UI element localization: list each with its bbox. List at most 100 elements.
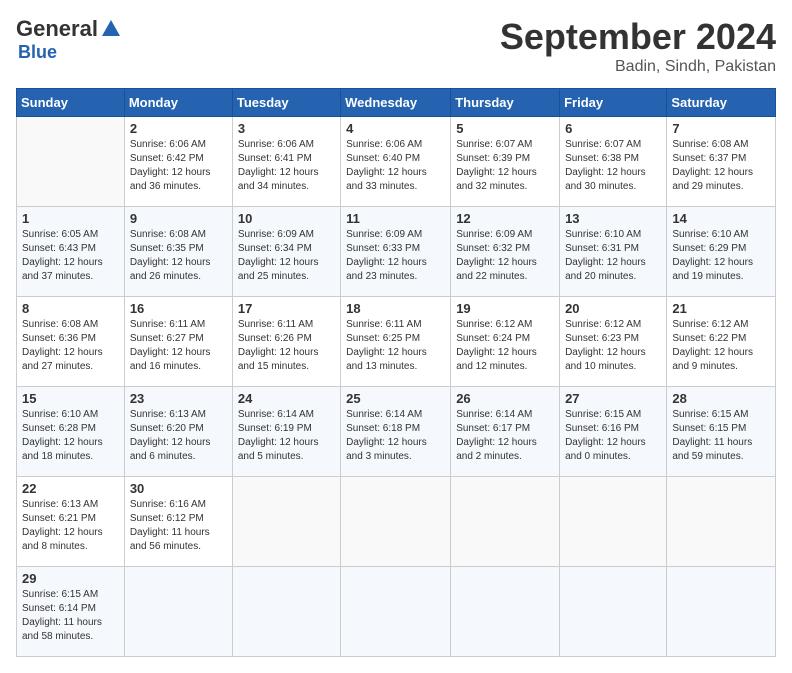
column-header-saturday: Saturday <box>667 89 776 117</box>
day-info: Sunrise: 6:07 AMSunset: 6:39 PMDaylight:… <box>456 138 554 194</box>
day-number: 28 <box>672 391 770 406</box>
day-info: Sunrise: 6:06 AMSunset: 6:42 PMDaylight:… <box>130 138 227 194</box>
calendar-cell <box>341 477 451 567</box>
calendar-cell: 23 Sunrise: 6:13 AMSunset: 6:20 PMDayligh… <box>124 387 232 477</box>
day-info: Sunrise: 6:14 AMSunset: 6:19 PMDaylight:… <box>238 408 335 464</box>
column-header-thursday: Thursday <box>451 89 560 117</box>
week-row-3: 8Sunrise: 6:08 AMSunset: 6:36 PMDaylight… <box>17 297 776 387</box>
day-info: Sunrise: 6:11 AMSunset: 6:27 PMDaylight:… <box>130 318 227 374</box>
day-number: 5 <box>456 121 554 136</box>
calendar-cell: 25 Sunrise: 6:14 AMSunset: 6:18 PMDayligh… <box>341 387 451 477</box>
calendar-cell <box>232 477 340 567</box>
day-number: 4 <box>346 121 445 136</box>
page-header: General Blue September 2024 Badin, Sindh… <box>16 16 776 76</box>
day-info: Sunrise: 6:05 AMSunset: 6:43 PMDaylight:… <box>22 228 119 284</box>
day-number: 20 <box>565 301 661 316</box>
day-info: Sunrise: 6:13 AMSunset: 6:20 PMDaylight:… <box>130 408 227 464</box>
calendar-cell: 16 Sunrise: 6:11 AMSunset: 6:27 PMDayligh… <box>124 297 232 387</box>
title-block: September 2024 Badin, Sindh, Pakistan <box>500 16 776 76</box>
column-header-monday: Monday <box>124 89 232 117</box>
day-info: Sunrise: 6:15 AMSunset: 6:16 PMDaylight:… <box>565 408 661 464</box>
day-info: Sunrise: 6:12 AMSunset: 6:24 PMDaylight:… <box>456 318 554 374</box>
calendar-cell: 3 Sunrise: 6:06 AMSunset: 6:41 PMDaylight… <box>232 117 340 207</box>
day-number: 12 <box>456 211 554 226</box>
day-info: Sunrise: 6:16 AMSunset: 6:12 PMDaylight:… <box>130 498 227 554</box>
logo-general-text: General <box>16 16 98 42</box>
week-row-1: 2Sunrise: 6:06 AMSunset: 6:42 PMDaylight… <box>17 117 776 207</box>
location-title: Badin, Sindh, Pakistan <box>500 58 776 76</box>
calendar-cell: 7 Sunrise: 6:08 AMSunset: 6:37 PMDaylight… <box>667 117 776 207</box>
week-row-5: 22 Sunrise: 6:13 AMSunset: 6:21 PMDayligh… <box>17 477 776 567</box>
day-number: 18 <box>346 301 445 316</box>
day-number: 27 <box>565 391 661 406</box>
day-number: 10 <box>238 211 335 226</box>
day-info: Sunrise: 6:10 AMSunset: 6:29 PMDaylight:… <box>672 228 770 284</box>
day-info: Sunrise: 6:06 AMSunset: 6:40 PMDaylight:… <box>346 138 445 194</box>
calendar-cell: 22 Sunrise: 6:13 AMSunset: 6:21 PMDayligh… <box>17 477 125 567</box>
day-info: Sunrise: 6:07 AMSunset: 6:38 PMDaylight:… <box>565 138 661 194</box>
day-info: Sunrise: 6:09 AMSunset: 6:33 PMDaylight:… <box>346 228 445 284</box>
day-number: 30 <box>130 481 227 496</box>
day-number: 19 <box>456 301 554 316</box>
calendar-cell: 2Sunrise: 6:06 AMSunset: 6:42 PMDaylight… <box>124 117 232 207</box>
day-info: Sunrise: 6:11 AMSunset: 6:25 PMDaylight:… <box>346 318 445 374</box>
day-info: Sunrise: 6:14 AMSunset: 6:18 PMDaylight:… <box>346 408 445 464</box>
day-number: 7 <box>672 121 770 136</box>
column-header-sunday: Sunday <box>17 89 125 117</box>
day-info: Sunrise: 6:10 AMSunset: 6:31 PMDaylight:… <box>565 228 661 284</box>
day-info: Sunrise: 6:10 AMSunset: 6:28 PMDaylight:… <box>22 408 119 464</box>
calendar-cell: 13 Sunrise: 6:10 AMSunset: 6:31 PMDayligh… <box>560 207 667 297</box>
day-info: Sunrise: 6:08 AMSunset: 6:35 PMDaylight:… <box>130 228 227 284</box>
calendar-cell: 17 Sunrise: 6:11 AMSunset: 6:26 PMDayligh… <box>232 297 340 387</box>
column-header-tuesday: Tuesday <box>232 89 340 117</box>
day-info: Sunrise: 6:06 AMSunset: 6:41 PMDaylight:… <box>238 138 335 194</box>
calendar-table: SundayMondayTuesdayWednesdayThursdayFrid… <box>16 88 776 657</box>
calendar-cell <box>667 477 776 567</box>
calendar-cell <box>451 477 560 567</box>
day-info: Sunrise: 6:11 AMSunset: 6:26 PMDaylight:… <box>238 318 335 374</box>
day-info: Sunrise: 6:09 AMSunset: 6:34 PMDaylight:… <box>238 228 335 284</box>
day-info: Sunrise: 6:15 AMSunset: 6:15 PMDaylight:… <box>672 408 770 464</box>
logo: General Blue <box>16 16 124 63</box>
day-number: 22 <box>22 481 119 496</box>
calendar-header-row: SundayMondayTuesdayWednesdayThursdayFrid… <box>17 89 776 117</box>
calendar-cell: 5 Sunrise: 6:07 AMSunset: 6:39 PMDaylight… <box>451 117 560 207</box>
calendar-cell: 12 Sunrise: 6:09 AMSunset: 6:32 PMDayligh… <box>451 207 560 297</box>
day-number: 1 <box>22 211 119 226</box>
calendar-cell: 21Sunrise: 6:12 AMSunset: 6:22 PMDayligh… <box>667 297 776 387</box>
day-number: 3 <box>238 121 335 136</box>
month-title: September 2024 <box>500 16 776 58</box>
calendar-cell: 26Sunrise: 6:14 AMSunset: 6:17 PMDayligh… <box>451 387 560 477</box>
logo-icon <box>100 18 122 40</box>
day-number: 24 <box>238 391 335 406</box>
calendar-cell: 24 Sunrise: 6:14 AMSunset: 6:19 PMDayligh… <box>232 387 340 477</box>
day-number: 13 <box>565 211 661 226</box>
calendar-cell: 15Sunrise: 6:10 AMSunset: 6:28 PMDayligh… <box>17 387 125 477</box>
calendar-cell <box>560 477 667 567</box>
calendar-cell: 18 Sunrise: 6:11 AMSunset: 6:25 PMDayligh… <box>341 297 451 387</box>
day-number: 25 <box>346 391 445 406</box>
week-row-4: 15Sunrise: 6:10 AMSunset: 6:28 PMDayligh… <box>17 387 776 477</box>
calendar-cell: 30 Sunrise: 6:16 AMSunset: 6:12 PMDayligh… <box>124 477 232 567</box>
calendar-cell: 1 Sunrise: 6:05 AMSunset: 6:43 PMDaylight… <box>17 207 125 297</box>
calendar-cell: 8Sunrise: 6:08 AMSunset: 6:36 PMDaylight… <box>17 297 125 387</box>
day-info: Sunrise: 6:08 AMSunset: 6:36 PMDaylight:… <box>22 318 119 374</box>
day-number: 23 <box>130 391 227 406</box>
column-header-friday: Friday <box>560 89 667 117</box>
logo-blue-text: Blue <box>18 42 57 63</box>
day-number: 29 <box>22 571 119 586</box>
day-number: 26 <box>456 391 554 406</box>
calendar-cell: 20Sunrise: 6:12 AMSunset: 6:23 PMDayligh… <box>560 297 667 387</box>
day-info: Sunrise: 6:13 AMSunset: 6:21 PMDaylight:… <box>22 498 119 554</box>
day-number: 16 <box>130 301 227 316</box>
day-info: Sunrise: 6:15 AMSunset: 6:14 PMDaylight:… <box>22 588 119 644</box>
calendar-cell: 11Sunrise: 6:09 AMSunset: 6:33 PMDayligh… <box>341 207 451 297</box>
calendar-cell: 9Sunrise: 6:08 AMSunset: 6:35 PMDaylight… <box>124 207 232 297</box>
calendar-cell: 19 Sunrise: 6:12 AMSunset: 6:24 PMDayligh… <box>451 297 560 387</box>
calendar-cell: 6 Sunrise: 6:07 AMSunset: 6:38 PMDaylight… <box>560 117 667 207</box>
day-number: 17 <box>238 301 335 316</box>
day-info: Sunrise: 6:09 AMSunset: 6:32 PMDaylight:… <box>456 228 554 284</box>
day-number: 6 <box>565 121 661 136</box>
calendar-cell: 10 Sunrise: 6:09 AMSunset: 6:34 PMDayligh… <box>232 207 340 297</box>
day-info: Sunrise: 6:08 AMSunset: 6:37 PMDaylight:… <box>672 138 770 194</box>
